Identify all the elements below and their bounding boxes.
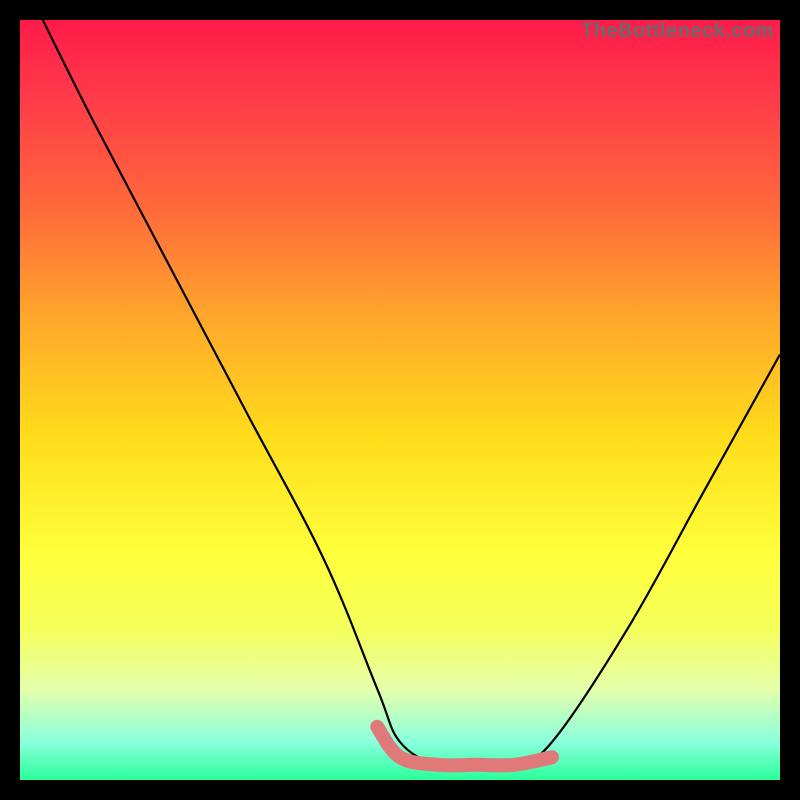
chart-plot-area: TheBottleneck.com bbox=[20, 20, 780, 780]
chart-svg bbox=[20, 20, 780, 780]
bottleneck-curve-path bbox=[43, 20, 780, 767]
